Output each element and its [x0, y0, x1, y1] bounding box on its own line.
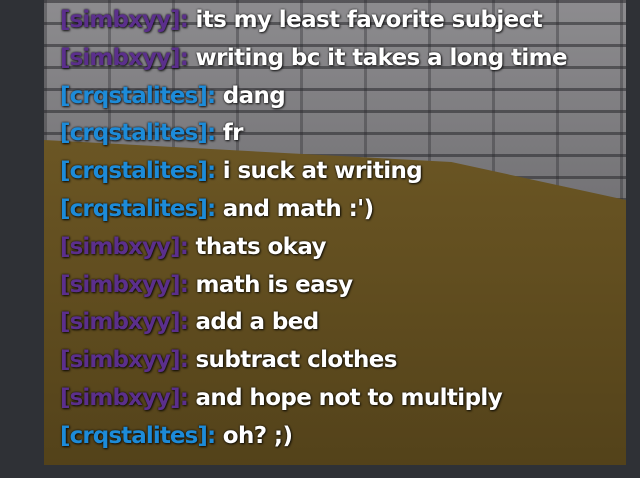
chat-text: writing bc it takes a long time [195, 44, 568, 71]
chat-text: thats okay [195, 233, 326, 260]
chat-text: fr [222, 120, 244, 147]
chat-message: [crqstalites]: oh? ;) [60, 418, 630, 456]
chat-username: [simbxyy]: [60, 7, 189, 33]
chat-username: [crqstalites]: [60, 195, 216, 222]
chat-username: [simbxyy]: [60, 384, 189, 411]
chat-username: [simbxyy]: [60, 271, 189, 298]
chat-username: [simbxyy]: [60, 233, 189, 260]
chat-username: [crqstalites]: [60, 120, 216, 147]
chat-username: [crqstalites]: [60, 422, 216, 449]
chat-text: math is easy [195, 271, 353, 298]
chat-username: [simbxyy]: [60, 309, 189, 336]
chat-text: i suck at writing [222, 158, 423, 185]
chat-username: [simbxyy]: [60, 44, 189, 71]
left-sidebar-gutter [0, 0, 44, 478]
bottom-border [44, 465, 640, 478]
chat-username: [crqstalites]: [60, 82, 216, 109]
chat-text: and hope not to multiply [195, 384, 503, 411]
chat-message: [simbxyy]: math is easy [60, 267, 630, 305]
chat-text: its my least favorite subject [195, 7, 543, 33]
chat-text: oh? ;) [222, 422, 293, 449]
chat-message: [simbxyy]: and hope not to multiply [60, 380, 630, 418]
chat-log: [simbxyy]: its my least favorite subject… [60, 2, 630, 456]
chat-message: [simbxyy]: thats okay [60, 229, 630, 267]
chat-message: [crqstalites]: and math :') [60, 191, 630, 229]
chat-text: dang [222, 82, 286, 109]
chat-username: [crqstalites]: [60, 158, 216, 185]
chat-message: [crqstalites]: i suck at writing [60, 153, 630, 191]
screenshot: [simbxyy]: its my least favorite subject… [0, 0, 640, 478]
chat-text: and math :') [222, 195, 374, 222]
chat-message: [simbxyy]: add a bed [60, 304, 630, 342]
chat-message: [simbxyy]: writing bc it takes a long ti… [60, 40, 630, 78]
chat-message: [crqstalites]: dang [60, 78, 630, 116]
chat-message: [simbxyy]: its my least favorite subject [60, 2, 630, 40]
chat-text: add a bed [195, 309, 319, 336]
chat-message: [simbxyy]: subtract clothes [60, 342, 630, 380]
chat-text: subtract clothes [195, 347, 397, 374]
chat-username: [simbxyy]: [60, 347, 189, 374]
chat-message: [crqstalites]: fr [60, 115, 630, 153]
